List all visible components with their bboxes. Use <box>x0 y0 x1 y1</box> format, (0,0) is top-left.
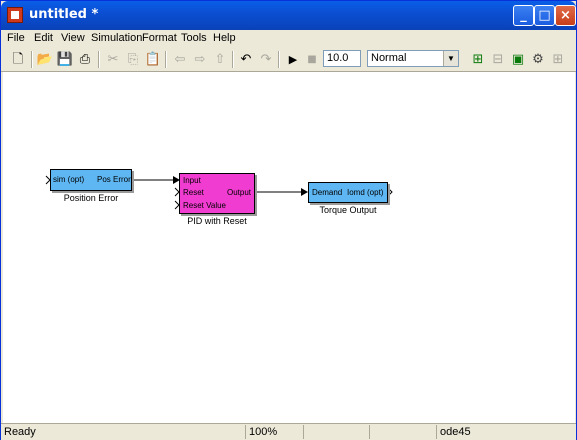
status-empty-panel <box>303 425 369 439</box>
output-port-label: Output <box>227 188 252 197</box>
solver-name: ode45 <box>436 425 576 439</box>
menu-simulation[interactable]: Simulation <box>91 32 142 44</box>
signal-lines <box>45 175 393 210</box>
torque-output-label[interactable]: Torque Output <box>300 205 396 215</box>
status-bar: Ready 100% ode45 <box>1 423 576 440</box>
up-icon[interactable]: ⇧ <box>211 51 229 68</box>
output-port-chevron <box>387 187 393 197</box>
window-title: untitled * <box>29 7 99 22</box>
close-button[interactable]: × <box>555 5 576 26</box>
library-browser-icon[interactable]: ⊞ <box>469 51 487 68</box>
forward-icon[interactable]: ⇨ <box>191 51 209 68</box>
menu-bar: File Edit View Simulation Format Tools H… <box>1 30 576 48</box>
toolbar-separator <box>98 51 100 68</box>
undo-icon[interactable]: ↶ <box>237 51 255 68</box>
pos-error-port-label: Pos Error <box>97 175 131 184</box>
reset-value-port-label: Reset Value <box>183 201 226 210</box>
debug-icon[interactable]: ⚙ <box>529 51 547 68</box>
stop-time-input[interactable]: 10.0 <box>323 50 361 67</box>
pid-with-reset-label[interactable]: PID with Reset <box>169 216 265 226</box>
simulation-mode-select[interactable]: Normal ▼ <box>367 50 459 67</box>
cut-icon[interactable]: ✂ <box>104 51 122 68</box>
position-error-block[interactable]: sim (opt) Pos Error <box>50 169 132 191</box>
stop-icon[interactable]: ■ <box>303 51 321 68</box>
open-icon[interactable]: 📂 <box>36 51 54 68</box>
toolbar-separator <box>278 51 280 68</box>
menu-file[interactable]: File <box>7 32 25 44</box>
save-icon[interactable]: 💾 <box>56 51 74 68</box>
torque-output-block[interactable]: Demand Iomd (opt) <box>308 182 388 203</box>
redo-icon[interactable]: ↷ <box>257 51 275 68</box>
model-canvas[interactable]: sim (opt) Pos Error Position Error Input… <box>3 72 575 423</box>
start-icon[interactable]: ▶ <box>284 51 302 68</box>
pid-with-reset-block[interactable]: Input Reset Reset Value Output <box>179 173 255 214</box>
print-icon[interactable]: ⎙ <box>76 51 94 68</box>
menu-format[interactable]: Format <box>142 32 177 44</box>
model-window: untitled * _ □ × File Edit View Simulati… <box>0 0 577 440</box>
menu-tools[interactable]: Tools <box>181 32 207 44</box>
back-icon[interactable]: ⇦ <box>171 51 189 68</box>
toolbar-separator <box>232 51 234 68</box>
status-empty-panel <box>369 425 436 439</box>
paste-icon[interactable]: 📋 <box>144 51 162 68</box>
toggle-model-browser-icon[interactable]: ⊟ <box>489 51 507 68</box>
simulation-mode-value: Normal <box>371 52 407 64</box>
copy-icon[interactable]: ⎘ <box>124 51 142 68</box>
menu-view[interactable]: View <box>61 32 85 44</box>
simulink-app-icon[interactable] <box>7 7 23 23</box>
menu-edit[interactable]: Edit <box>34 32 53 44</box>
status-text: Ready <box>4 426 36 438</box>
input-port-label: Input <box>183 176 201 185</box>
new-icon[interactable]: 🗋 <box>9 51 27 68</box>
reset-port-label: Reset <box>183 188 204 197</box>
position-error-label[interactable]: Position Error <box>43 193 139 203</box>
sim-opt-port-label: sim (opt) <box>53 175 85 184</box>
menu-help[interactable]: Help <box>213 32 236 44</box>
toggle-model-browser-icon[interactable]: ⊞ <box>549 51 567 68</box>
model-explorer-icon[interactable]: ▣ <box>509 51 527 68</box>
maximize-button[interactable]: □ <box>534 5 555 26</box>
toolbar-separator <box>31 51 33 68</box>
demand-port-label: Demand <box>312 188 343 197</box>
iomd-opt-port-label: Iomd (opt) <box>347 188 384 197</box>
minimize-button[interactable]: _ <box>513 5 534 26</box>
toolbar-separator <box>165 51 167 68</box>
zoom-level: 100% <box>245 425 303 439</box>
toolbar: 🗋 📂 💾 ⎙ ✂ ⎘ 📋 ⇦ ⇨ ⇧ ↶ ↷ ▶ ■ 10.0 Normal … <box>1 48 576 72</box>
title-bar[interactable]: untitled * _ □ × <box>1 1 576 30</box>
arrow-head <box>301 188 308 196</box>
chevron-down-icon[interactable]: ▼ <box>443 51 458 66</box>
